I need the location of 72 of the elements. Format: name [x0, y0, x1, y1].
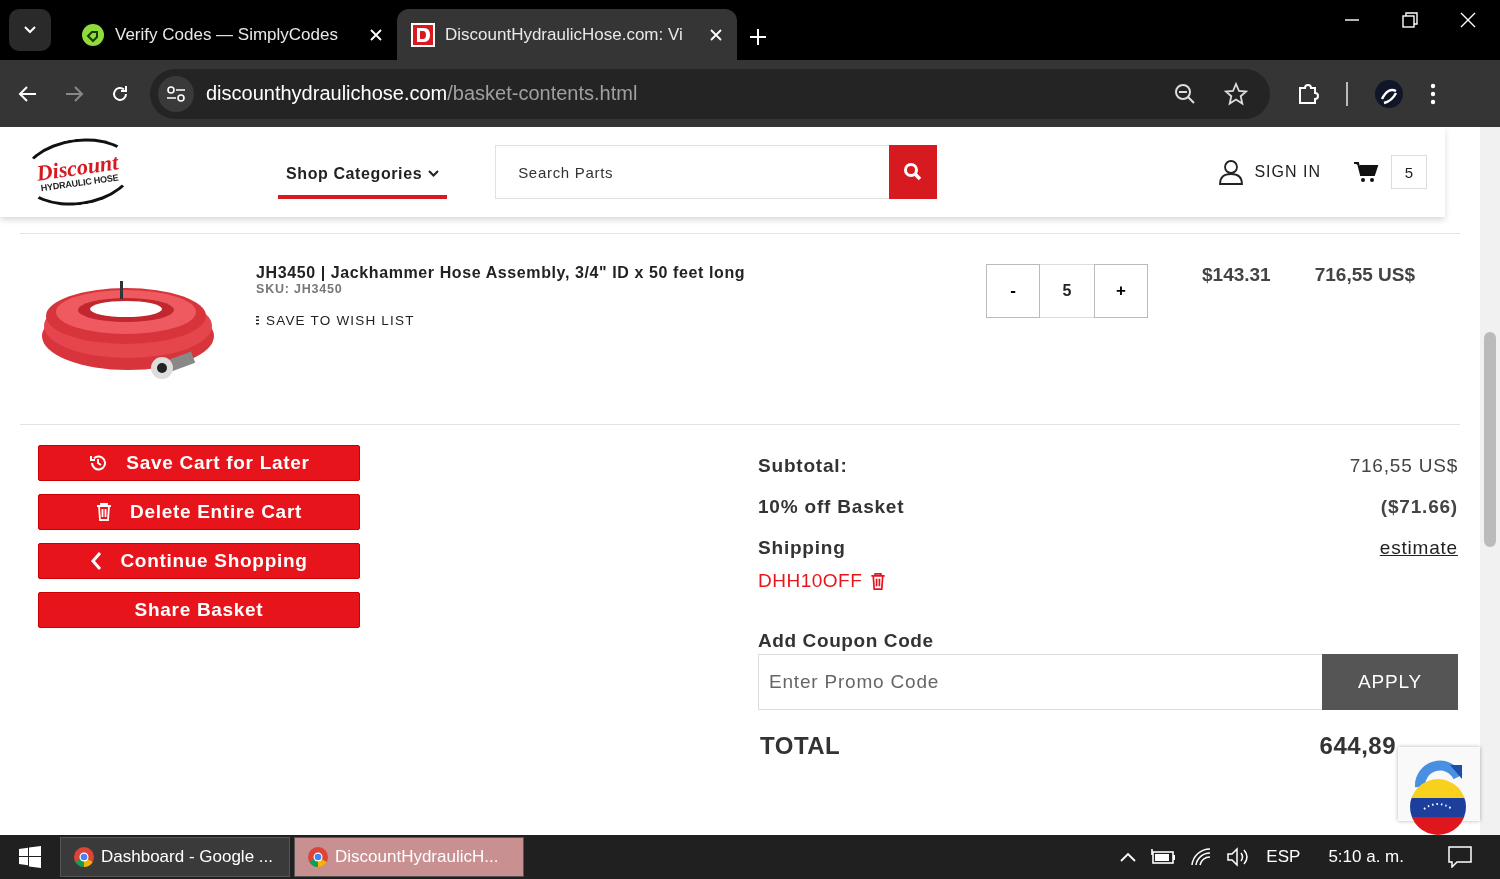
star-icon[interactable] — [1224, 81, 1248, 106]
browser-tab[interactable]: Verify Codes — SimplyCodes — [67, 9, 397, 60]
estimate-link[interactable]: estimate — [1379, 536, 1458, 559]
clock-text[interactable]: 5:10 a. m. — [1328, 847, 1404, 867]
total-label: TOTAL — [760, 732, 841, 760]
clock-icon — [88, 453, 109, 473]
shop-categories-menu[interactable]: Shop Categories — [278, 165, 448, 199]
restore-icon[interactable] — [1402, 12, 1418, 28]
zoom-out-icon[interactable] — [1174, 82, 1196, 105]
summary-value: ($71.66) — [1380, 495, 1458, 518]
windows-start-icon[interactable] — [18, 845, 42, 869]
subtotal-text: 716,55 US$ — [1314, 264, 1416, 286]
action-button[interactable]: Continue Shopping — [38, 543, 360, 579]
site-logo[interactable]: Discount HYDRAULIC HOSE — [17, 131, 139, 213]
new-tab-icon[interactable] — [749, 28, 767, 46]
product-title[interactable]: JH3450 | Jackhammer Hose Assembly, 3/4" ID x 50 feet long — [256, 264, 986, 282]
profile-avatar-icon[interactable] — [1374, 78, 1404, 109]
tab-title: Verify Codes — SimplyCodes — [115, 24, 339, 45]
letter-d-logo-icon — [411, 22, 435, 47]
search-field[interactable]: Search Parts — [495, 145, 890, 199]
coupon-label: Add Coupon Code — [758, 630, 935, 652]
language-indicator[interactable]: ESP — [1266, 847, 1301, 867]
action-button[interactable]: Save Cart for Later — [38, 445, 360, 481]
tag-icon — [81, 22, 105, 47]
action-button[interactable]: Delete Entire Cart — [38, 494, 360, 530]
summary-label: 10% off Basket — [758, 495, 905, 518]
url-text: discounthydraulichose.com/basket-contents.html — [206, 82, 639, 105]
reload-icon[interactable] — [110, 83, 130, 104]
taskbar-app[interactable]: Dashboard - Google ... — [60, 837, 290, 877]
trash-icon[interactable] — [870, 571, 887, 591]
increment-button[interactable]: + — [1094, 264, 1148, 318]
close-icon[interactable] — [709, 27, 723, 42]
price-text: $143.31 — [1202, 264, 1271, 286]
menu-icon[interactable] — [1430, 82, 1436, 105]
summary-value: 716,55 US$ — [1349, 454, 1458, 477]
list-icon — [256, 316, 260, 325]
caret-up-icon[interactable] — [1120, 852, 1137, 862]
chevron-down-icon — [428, 170, 440, 178]
apply-button[interactable]: APPLY — [1322, 654, 1458, 710]
close-icon[interactable] — [1460, 12, 1476, 28]
user-icon[interactable] — [1218, 159, 1245, 185]
sku-text: SKU: JH3450 — [256, 282, 344, 296]
close-icon[interactable] — [369, 27, 383, 42]
trash-icon — [95, 502, 112, 522]
coupon-code: DHH10OFF — [758, 570, 863, 592]
cart-icon[interactable] — [1353, 161, 1379, 183]
browser-logo-icon — [73, 846, 95, 868]
search-button[interactable] — [889, 145, 938, 199]
summary-label: Shipping — [758, 536, 846, 559]
sign-in-link[interactable]: SIGN IN — [1254, 163, 1321, 181]
cart-count: 5 — [1391, 155, 1427, 189]
browser-tab[interactable]: DiscountHydraulicHose.com: Vi — [397, 9, 737, 60]
tab-title: DiscountHydraulicHose.com: Vi — [445, 24, 684, 45]
decrement-button[interactable]: - — [986, 264, 1040, 318]
notification-icon[interactable] — [1448, 846, 1472, 868]
wifi-icon[interactable] — [1190, 847, 1213, 867]
summary-label: Subtotal: — [758, 454, 848, 477]
search-icon — [903, 162, 924, 182]
forward-arrow-icon[interactable] — [64, 83, 84, 104]
browser-logo-icon — [307, 846, 329, 868]
back-arrow-icon[interactable] — [18, 83, 38, 104]
chevron-left-icon — [90, 551, 103, 571]
scrollbar[interactable] — [1480, 127, 1500, 835]
total-value: 644,89 — [1319, 732, 1396, 760]
puzzle-icon[interactable] — [1296, 81, 1320, 106]
chevron-down-icon — [23, 25, 37, 35]
promo-code-field[interactable]: Enter Promo Code — [758, 654, 1322, 710]
address-bar[interactable]: discounthydraulichose.com/basket-contents.html — [150, 68, 1270, 119]
site-settings-icon[interactable] — [166, 84, 186, 103]
action-button[interactable]: Share Basket — [38, 592, 360, 628]
battery-icon[interactable] — [1150, 848, 1177, 866]
wish-list-link[interactable]: SAVE TO WISH LIST — [256, 313, 986, 328]
